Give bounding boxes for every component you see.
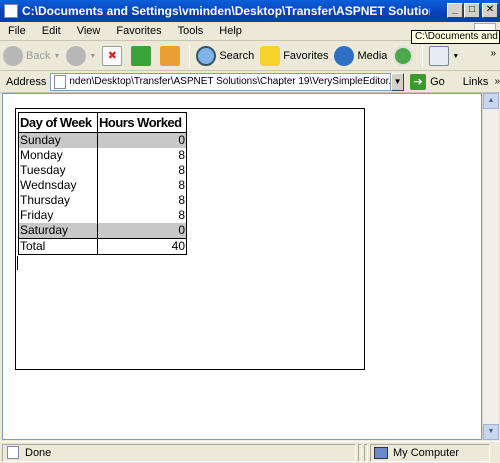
day-cell: Saturday — [18, 223, 98, 239]
ie-page-icon — [4, 4, 18, 18]
menu-file[interactable]: File — [0, 25, 34, 37]
day-cell: Sunday — [18, 132, 98, 148]
day-cell: Thursday — [18, 193, 98, 208]
menu-edit[interactable]: Edit — [34, 25, 69, 37]
forward-button[interactable]: ▼ — [63, 44, 99, 68]
go-arrow-icon: ➔ — [410, 73, 427, 90]
table-row: Friday 8 — [18, 208, 187, 223]
table-row: Thursday 8 — [18, 193, 187, 208]
scroll-up-icon[interactable]: ▲ — [483, 93, 499, 109]
table-row: Sunday 0 — [18, 132, 187, 148]
search-button[interactable]: Search — [193, 44, 257, 68]
security-zone: My Computer — [370, 443, 490, 462]
text-caret — [17, 256, 18, 270]
title-bar: C:\Documents and Settings\vminden\Deskto… — [0, 0, 500, 22]
forward-dropdown-icon[interactable]: ▼ — [89, 53, 96, 60]
table-row: Wednsday 8 — [18, 178, 187, 193]
my-computer-icon — [374, 446, 388, 459]
day-cell: Friday — [18, 208, 98, 223]
status-cell — [358, 443, 362, 462]
window-title: C:\Documents and Settings\vminden\Deskto… — [22, 4, 430, 18]
header-hours: Hours Worked — [97, 112, 187, 133]
day-cell: Tuesday — [18, 163, 98, 178]
menu-view[interactable]: View — [69, 25, 109, 37]
hours-cell: 8 — [97, 208, 187, 223]
media-label: Media — [357, 50, 388, 62]
table-row: Monday 8 — [18, 148, 187, 163]
hours-cell: 8 — [97, 193, 187, 208]
address-label: Address — [6, 75, 47, 88]
toolbar-chevron-icon[interactable]: » — [490, 48, 496, 59]
menu-tools[interactable]: Tools — [170, 25, 212, 37]
day-cell: Wednsday — [18, 178, 98, 193]
status-text: Done — [25, 446, 52, 459]
go-button[interactable]: ➔ Go — [410, 73, 445, 90]
total-value: 40 — [97, 238, 187, 255]
scroll-down-icon[interactable]: ▼ — [483, 424, 499, 440]
toolbar-separator — [422, 45, 424, 67]
mail-icon — [429, 46, 450, 66]
hours-table: Day of Week Hours Worked Sunday 0 Monday… — [18, 112, 187, 255]
hours-cell: 0 — [97, 223, 187, 239]
menu-favorites[interactable]: Favorites — [108, 25, 169, 37]
page-viewport: Day of Week Hours Worked Sunday 0 Monday… — [2, 93, 482, 440]
vertical-scrollbar[interactable]: ▲ ▼ — [482, 93, 499, 440]
header-day: Day of Week — [18, 112, 98, 133]
media-icon — [334, 46, 355, 66]
total-label: Total — [18, 238, 98, 255]
table-row: Tuesday 8 — [18, 163, 187, 178]
editor-area[interactable]: Day of Week Hours Worked Sunday 0 Monday… — [15, 108, 365, 370]
mail-dropdown-icon[interactable]: ▼ — [452, 53, 459, 60]
hours-cell: 8 — [97, 178, 187, 193]
hours-cell: 8 — [97, 163, 187, 178]
favorites-button[interactable]: Favorites — [257, 44, 331, 68]
forward-arrow-icon — [66, 46, 87, 66]
menu-help[interactable]: Help — [211, 25, 250, 37]
back-button[interactable]: Back ▼ — [0, 44, 63, 68]
go-label: Go — [430, 75, 445, 88]
history-icon — [393, 46, 414, 66]
toolbar-separator — [189, 45, 191, 67]
address-bar: Address nden\Desktop\Transfer\ASPNET Sol… — [0, 71, 500, 93]
standard-toolbar: Back ▼ ▼ ✖ Search Favorites Media ▼ » — [0, 42, 500, 71]
search-icon — [196, 46, 217, 66]
history-button[interactable] — [390, 44, 419, 68]
media-button[interactable]: Media — [331, 44, 390, 68]
back-arrow-icon — [3, 46, 23, 66]
total-row: Total 40 — [18, 238, 187, 255]
favorites-star-icon — [260, 46, 281, 66]
stop-icon: ✖ — [102, 46, 123, 66]
page-icon — [54, 74, 67, 89]
table-row: Saturday 0 — [18, 223, 187, 239]
hours-cell: 8 — [97, 148, 187, 163]
close-button[interactable]: ✕ — [482, 3, 498, 18]
home-button[interactable] — [157, 44, 186, 68]
favorites-label: Favorites — [283, 50, 329, 62]
back-dropdown-icon[interactable]: ▼ — [53, 53, 60, 60]
status-main: Done — [2, 443, 356, 462]
table-header-row: Day of Week Hours Worked — [18, 112, 187, 133]
stop-button[interactable]: ✖ — [99, 44, 128, 68]
status-bar: Done My Computer — [0, 441, 500, 463]
refresh-button[interactable] — [128, 44, 157, 68]
maximize-button[interactable]: □ — [464, 3, 480, 18]
page-status-icon — [7, 446, 19, 459]
mail-button[interactable]: ▼ — [426, 44, 462, 68]
minimize-button[interactable]: _ — [447, 3, 463, 18]
back-label: Back — [26, 50, 51, 62]
refresh-icon — [131, 46, 152, 66]
search-label: Search — [219, 50, 255, 62]
status-cell — [364, 443, 368, 462]
links-chevron-icon[interactable]: » — [494, 76, 500, 87]
zone-label: My Computer — [393, 446, 460, 459]
links-button[interactable]: Links — [463, 76, 489, 88]
address-value: nden\Desktop\Transfer\ASPNET Solutions\C… — [69, 76, 392, 87]
address-dropdown-icon[interactable]: ▼ — [391, 72, 405, 91]
home-icon — [160, 46, 181, 66]
hours-cell: 0 — [97, 132, 187, 148]
day-cell: Monday — [18, 148, 98, 163]
address-input[interactable]: nden\Desktop\Transfer\ASPNET Solutions\C… — [50, 72, 392, 91]
